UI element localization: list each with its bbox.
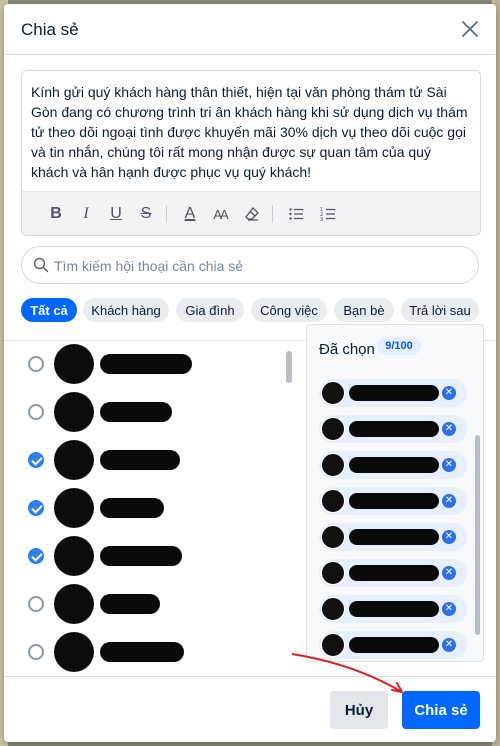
numbered-list-icon[interactable]: 123 (316, 202, 340, 226)
avatar (321, 597, 345, 621)
italic-button[interactable]: I (74, 202, 98, 226)
contact-row[interactable] (4, 582, 294, 630)
font-size-button[interactable]: AA (208, 202, 232, 226)
contact-checkbox-checked[interactable] (28, 548, 44, 564)
contact-name-redacted (100, 594, 160, 614)
font-color-button[interactable]: A (178, 202, 202, 226)
remove-icon[interactable]: ✕ (442, 530, 456, 544)
bold-button[interactable]: B (44, 202, 68, 226)
contact-name-redacted (100, 498, 164, 518)
chip-name-redacted (349, 493, 439, 509)
dialog-header: Chia sẻ (4, 4, 496, 55)
remove-icon[interactable]: ✕ (442, 638, 456, 652)
avatar (54, 344, 94, 384)
selected-chip: ✕ (319, 379, 467, 407)
avatar (321, 561, 345, 585)
cancel-button[interactable]: Hủy (330, 691, 388, 729)
contact-name-redacted (100, 642, 184, 662)
share-dialog: Chia sẻ Kính gửi quý khách hàng thân thi… (4, 4, 496, 742)
avatar (54, 488, 94, 528)
contact-row[interactable] (4, 486, 294, 534)
tab-all[interactable]: Tất cả (21, 298, 77, 322)
remove-icon[interactable]: ✕ (442, 422, 456, 436)
selected-chip: ✕ (319, 631, 467, 659)
selected-chip: ✕ (319, 487, 467, 515)
contact-checkbox-checked[interactable] (28, 500, 44, 516)
avatar (321, 489, 345, 513)
contact-checkbox[interactable] (28, 596, 44, 612)
selected-panel-scrollbar[interactable] (475, 435, 480, 635)
avatar (321, 453, 345, 477)
remove-icon[interactable]: ✕ (442, 602, 456, 616)
contact-row[interactable] (4, 534, 294, 582)
chip-name-redacted (349, 637, 439, 653)
selected-title: Đã chọn (319, 341, 375, 358)
chip-name-redacted (349, 421, 439, 437)
selected-chip: ✕ (319, 595, 467, 623)
avatar (321, 525, 345, 549)
format-toolbar: B I U S A AA 123 (22, 191, 480, 235)
svg-text:3: 3 (320, 217, 323, 222)
contact-name-redacted (100, 450, 180, 470)
selected-chip: ✕ (319, 451, 467, 479)
contact-name-redacted (100, 546, 182, 566)
avatar (321, 417, 345, 441)
chip-name-redacted (349, 457, 439, 473)
avatar (54, 632, 94, 672)
dialog-footer: Hủy Chia sẻ (4, 676, 496, 742)
contact-row[interactable] (4, 438, 294, 486)
tab-family[interactable]: Gia đình (176, 298, 244, 322)
eraser-icon[interactable] (240, 202, 264, 226)
contact-checkbox-checked[interactable] (28, 452, 44, 468)
chip-name-redacted (349, 529, 439, 545)
selected-chip: ✕ (319, 415, 467, 443)
underline-button[interactable]: U (104, 202, 128, 226)
bullet-list-icon[interactable] (284, 202, 308, 226)
avatar (321, 633, 345, 657)
contact-list-scrollbar[interactable] (286, 351, 292, 383)
avatar (54, 392, 94, 432)
close-icon[interactable] (458, 17, 482, 41)
chip-name-redacted (349, 385, 439, 401)
tab-reply-later[interactable]: Trả lời sau (401, 298, 479, 322)
remove-icon[interactable]: ✕ (442, 494, 456, 508)
search-box[interactable]: Tìm kiếm hội thoại cần chia sẻ (21, 246, 479, 284)
avatar (54, 440, 94, 480)
avatar (54, 584, 94, 624)
chip-name-redacted (349, 565, 439, 581)
contact-checkbox[interactable] (28, 644, 44, 660)
dialog-title: Chia sẻ (21, 20, 79, 39)
contact-name-redacted (100, 354, 192, 374)
selected-chip: ✕ (319, 523, 467, 551)
contact-checkbox[interactable] (28, 356, 44, 372)
toolbar-divider (166, 205, 167, 223)
chip-name-redacted (349, 601, 439, 617)
avatar (321, 381, 345, 405)
search-input[interactable]: Tìm kiếm hội thoại cần chia sẻ (54, 258, 243, 274)
contact-row[interactable] (4, 630, 294, 678)
contact-name-redacted (100, 402, 172, 422)
share-button[interactable]: Chia sẻ (402, 691, 480, 729)
tab-customers[interactable]: Khách hàng (83, 298, 169, 322)
selected-panel: Đã chọn 9/100 ✕ ✕ ✕ ✕ ✕ ✕ ✕ ✕ (306, 324, 484, 662)
contact-checkbox[interactable] (28, 404, 44, 420)
message-text[interactable]: Kính gửi quý khách hàng thân thiết, hiện… (31, 82, 471, 182)
selected-chip: ✕ (319, 559, 467, 587)
search-icon (33, 257, 49, 273)
contact-row[interactable] (4, 390, 294, 438)
toolbar-divider (272, 205, 273, 223)
tab-work[interactable]: Công việc (251, 298, 327, 322)
avatar (54, 536, 94, 576)
message-editor[interactable]: Kính gửi quý khách hàng thân thiết, hiện… (21, 70, 481, 236)
contact-row[interactable] (4, 342, 294, 390)
selected-count-badge: 9/100 (377, 337, 421, 355)
strikethrough-button[interactable]: S (134, 202, 158, 226)
remove-icon[interactable]: ✕ (442, 458, 456, 472)
tab-friends[interactable]: Bạn bè (334, 298, 394, 322)
remove-icon[interactable]: ✕ (442, 566, 456, 580)
remove-icon[interactable]: ✕ (442, 386, 456, 400)
